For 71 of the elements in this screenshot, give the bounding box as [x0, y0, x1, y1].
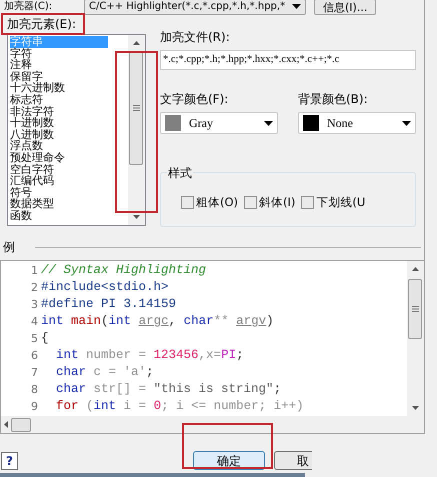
field-label: 加亮元素(E):: [7, 18, 76, 31]
code-line: char str[] = "this is string";: [55, 381, 282, 398]
code-line: for (int i = 0; i <= number; i++): [55, 398, 304, 415]
style-checkbox[interactable]: 斜体(I): [244, 194, 296, 212]
scroll-down-icon: [412, 406, 419, 410]
list-item[interactable]: 十进制数: [10, 117, 128, 129]
list-item[interactable]: 浮点数: [10, 140, 128, 152]
line-number: 4: [30, 314, 39, 330]
field-label: 文字颜色(F):: [160, 91, 230, 108]
style-checkbox[interactable]: 下划线(U: [301, 194, 366, 212]
info-button[interactable]: 信息(I)...: [314, 0, 376, 14]
color-dropdown[interactable]: Gray: [160, 112, 278, 134]
code-line: #define PI 3.14159: [41, 296, 176, 313]
vertical-scrollbar[interactable]: [407, 261, 424, 416]
list-item[interactable]: 函数: [10, 210, 128, 222]
code-line: int main(int argc, char** argv): [41, 313, 274, 330]
checkbox[interactable]: [181, 196, 194, 209]
list-item[interactable]: 空白字符: [10, 164, 128, 176]
list-item[interactable]: 数据类型: [10, 198, 128, 210]
code-line: int number = 123456,x=PI;: [55, 347, 244, 364]
code-line: {: [41, 330, 49, 347]
horizontal-scrollbar[interactable]: [1, 416, 424, 433]
caret-icon: [264, 120, 273, 126]
line-number: 5: [30, 331, 39, 347]
code-line: // Syntax Highlighting: [41, 262, 206, 279]
help-button[interactable]: ?: [1, 452, 18, 470]
list-item[interactable]: 注释: [10, 59, 128, 71]
color-name: Gray: [189, 115, 214, 132]
line-number: 2: [30, 280, 39, 296]
scroll-thumb[interactable]: [408, 279, 422, 339]
style-checkbox[interactable]: 粗体(O): [181, 194, 238, 212]
list-item[interactable]: 字符: [10, 48, 128, 60]
line-number: 9: [30, 399, 39, 415]
scroll-thumb[interactable]: [129, 51, 143, 165]
caret-icon: [292, 4, 301, 9]
scroll-up-icon: [412, 267, 419, 271]
vertical-scrollbar[interactable]: [128, 35, 145, 225]
list-item[interactable]: 标志符: [10, 94, 128, 106]
scroll-up-icon: [133, 41, 140, 45]
field-label: 加亮文件(R):: [160, 29, 231, 46]
field-label: 加亮器(C):: [4, 0, 54, 13]
field-label: 背景颜色(B):: [298, 91, 369, 108]
grip-icon: [412, 306, 418, 312]
list-item[interactable]: 十六进制数: [10, 82, 128, 94]
code-editor[interactable]: [0, 260, 425, 434]
list-item[interactable]: 八进制数: [10, 128, 128, 140]
color-name: None: [327, 115, 354, 132]
line-number: 1: [30, 263, 39, 279]
scroll-thumb[interactable]: [11, 418, 31, 432]
line-number: 7: [30, 365, 39, 381]
list-item[interactable]: 符号: [10, 186, 128, 198]
color-dropdown[interactable]: None: [298, 112, 416, 134]
scroll-down-icon: [133, 215, 140, 219]
line-number: 3: [30, 297, 39, 313]
checkbox[interactable]: [301, 196, 314, 209]
line-number: 8: [30, 382, 39, 398]
list-item[interactable]: 非法字符: [10, 106, 128, 118]
code-line: #include<stdio.h>: [41, 279, 169, 296]
list-item[interactable]: 汇编代码: [10, 175, 128, 187]
list-item[interactable]: 保留字: [10, 70, 128, 82]
cancel-button[interactable]: 取: [274, 451, 312, 470]
grip-icon: [132, 105, 140, 111]
file-extensions-field[interactable]: *.c;*.cpp;*.h;*.hpp;*.hxx;*.cxx;*.c++;*.c: [160, 50, 416, 70]
checkbox[interactable]: [244, 196, 258, 209]
list-item[interactable]: 预处理命令: [10, 152, 128, 164]
caret-icon: [402, 120, 411, 126]
line-number: 6: [30, 348, 39, 364]
scroll-left-icon: [4, 421, 8, 428]
code-line: char c = 'a';: [55, 364, 154, 381]
section-title: 例: [3, 239, 15, 256]
highlighter-dropdown[interactable]: C/C++ Highlighter(*.c,*.cpp,*.h,*.hpp,*: [84, 0, 306, 14]
